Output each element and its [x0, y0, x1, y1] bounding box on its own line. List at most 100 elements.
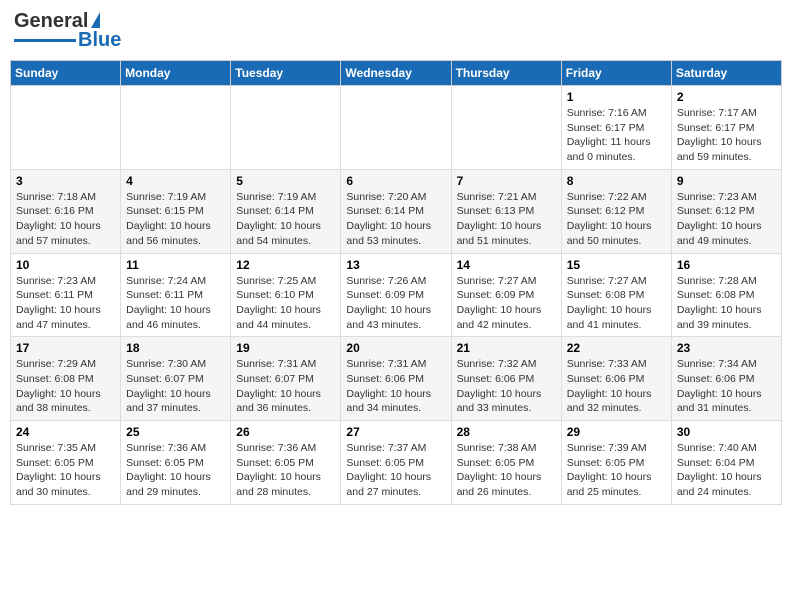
calendar-cell: 27Sunrise: 7:37 AMSunset: 6:05 PMDayligh…: [341, 421, 451, 505]
day-number: 16: [677, 258, 776, 272]
day-number: 2: [677, 90, 776, 104]
day-info: Sunrise: 7:27 AMSunset: 6:08 PMDaylight:…: [567, 274, 666, 333]
day-info: Sunrise: 7:36 AMSunset: 6:05 PMDaylight:…: [126, 441, 225, 500]
logo-underline: [14, 39, 76, 42]
day-number: 13: [346, 258, 445, 272]
calendar-cell: 25 Sunrise: 7:36 AMSunset: 6:05 PMDayligh…: [121, 421, 231, 505]
day-info: Sunrise: 7:23 AMSunset: 6:11 PMDaylight:…: [16, 274, 115, 333]
day-info: Sunrise: 7:19 AMSunset: 6:14 PMDaylight:…: [236, 190, 335, 249]
calendar-cell: 1 Sunrise: 7:16 AMSunset: 6:17 PMDaylight…: [561, 86, 671, 170]
calendar-cell: 7Sunrise: 7:21 AMSunset: 6:13 PMDaylight…: [451, 169, 561, 253]
day-number: 12: [236, 258, 335, 272]
day-info: Sunrise: 7:25 AMSunset: 6:10 PMDaylight:…: [236, 274, 335, 333]
day-info: Sunrise: 7:34 AMSunset: 6:06 PMDaylight:…: [677, 357, 776, 416]
day-number: 28: [457, 425, 556, 439]
calendar-cell: 12 Sunrise: 7:25 AMSunset: 6:10 PMDayligh…: [231, 253, 341, 337]
day-number: 26: [236, 425, 335, 439]
logo: General Blue: [14, 10, 121, 52]
day-number: 22: [567, 341, 666, 355]
day-number: 27: [346, 425, 445, 439]
weekday-header-row: SundayMondayTuesdayWednesdayThursdayFrid…: [11, 61, 782, 86]
day-info: Sunrise: 7:29 AMSunset: 6:08 PMDaylight:…: [16, 357, 115, 416]
weekday-header-thursday: Thursday: [451, 61, 561, 86]
calendar-cell: 24 Sunrise: 7:35 AMSunset: 6:05 PMDayligh…: [11, 421, 121, 505]
day-info: Sunrise: 7:33 AMSunset: 6:06 PMDaylight:…: [567, 357, 666, 416]
calendar-cell: 15 Sunrise: 7:27 AMSunset: 6:08 PMDayligh…: [561, 253, 671, 337]
logo-blue-text: Blue: [78, 29, 121, 52]
calendar-cell: 18Sunrise: 7:30 AMSunset: 6:07 PMDayligh…: [121, 337, 231, 421]
day-number: 9: [677, 174, 776, 188]
day-info: Sunrise: 7:36 AMSunset: 6:05 PMDaylight:…: [236, 441, 335, 500]
calendar-cell: 17Sunrise: 7:29 AMSunset: 6:08 PMDayligh…: [11, 337, 121, 421]
calendar-cell: 16 Sunrise: 7:28 AMSunset: 6:08 PMDayligh…: [671, 253, 781, 337]
day-info: Sunrise: 7:32 AMSunset: 6:06 PMDaylight:…: [457, 357, 556, 416]
calendar-cell: 19Sunrise: 7:31 AMSunset: 6:07 PMDayligh…: [231, 337, 341, 421]
day-info: Sunrise: 7:38 AMSunset: 6:05 PMDaylight:…: [457, 441, 556, 500]
calendar-cell: 5 Sunrise: 7:19 AMSunset: 6:14 PMDaylight…: [231, 169, 341, 253]
calendar-cell: 28 Sunrise: 7:38 AMSunset: 6:05 PMDayligh…: [451, 421, 561, 505]
calendar-cell: [231, 86, 341, 170]
day-number: 7: [457, 174, 556, 188]
weekday-header-sunday: Sunday: [11, 61, 121, 86]
weekday-header-tuesday: Tuesday: [231, 61, 341, 86]
calendar-cell: 13 Sunrise: 7:26 AMSunset: 6:09 PMDayligh…: [341, 253, 451, 337]
calendar-cell: 29Sunrise: 7:39 AMSunset: 6:05 PMDayligh…: [561, 421, 671, 505]
calendar-week-row: 10 Sunrise: 7:23 AMSunset: 6:11 PMDayligh…: [11, 253, 782, 337]
day-number: 20: [346, 341, 445, 355]
day-number: 3: [16, 174, 115, 188]
calendar-cell: 11 Sunrise: 7:24 AMSunset: 6:11 PMDayligh…: [121, 253, 231, 337]
day-number: 15: [567, 258, 666, 272]
day-info: Sunrise: 7:19 AMSunset: 6:15 PMDaylight:…: [126, 190, 225, 249]
calendar-cell: [121, 86, 231, 170]
calendar-cell: 2 Sunrise: 7:17 AMSunset: 6:17 PMDaylight…: [671, 86, 781, 170]
day-number: 8: [567, 174, 666, 188]
day-info: Sunrise: 7:20 AMSunset: 6:14 PMDaylight:…: [346, 190, 445, 249]
weekday-header-saturday: Saturday: [671, 61, 781, 86]
weekday-header-wednesday: Wednesday: [341, 61, 451, 86]
calendar-cell: 4 Sunrise: 7:19 AMSunset: 6:15 PMDaylight…: [121, 169, 231, 253]
calendar-week-row: 24 Sunrise: 7:35 AMSunset: 6:05 PMDayligh…: [11, 421, 782, 505]
calendar-cell: 26 Sunrise: 7:36 AMSunset: 6:05 PMDayligh…: [231, 421, 341, 505]
day-info: Sunrise: 7:23 AMSunset: 6:12 PMDaylight:…: [677, 190, 776, 249]
calendar-cell: 6 Sunrise: 7:20 AMSunset: 6:14 PMDaylight…: [341, 169, 451, 253]
day-number: 10: [16, 258, 115, 272]
page-header: General Blue: [10, 10, 782, 52]
day-info: Sunrise: 7:24 AMSunset: 6:11 PMDaylight:…: [126, 274, 225, 333]
day-info: Sunrise: 7:16 AMSunset: 6:17 PMDaylight:…: [567, 106, 666, 165]
calendar-cell: 3 Sunrise: 7:18 AMSunset: 6:16 PMDaylight…: [11, 169, 121, 253]
weekday-header-friday: Friday: [561, 61, 671, 86]
day-number: 1: [567, 90, 666, 104]
day-info: Sunrise: 7:28 AMSunset: 6:08 PMDaylight:…: [677, 274, 776, 333]
day-info: Sunrise: 7:35 AMSunset: 6:05 PMDaylight:…: [16, 441, 115, 500]
day-info: Sunrise: 7:18 AMSunset: 6:16 PMDaylight:…: [16, 190, 115, 249]
day-number: 29: [567, 425, 666, 439]
calendar-week-row: 1 Sunrise: 7:16 AMSunset: 6:17 PMDaylight…: [11, 86, 782, 170]
day-info: Sunrise: 7:31 AMSunset: 6:06 PMDaylight:…: [346, 357, 445, 416]
calendar-cell: 21 Sunrise: 7:32 AMSunset: 6:06 PMDayligh…: [451, 337, 561, 421]
calendar-cell: [341, 86, 451, 170]
day-number: 11: [126, 258, 225, 272]
calendar-cell: [451, 86, 561, 170]
day-info: Sunrise: 7:27 AMSunset: 6:09 PMDaylight:…: [457, 274, 556, 333]
calendar-cell: 10 Sunrise: 7:23 AMSunset: 6:11 PMDayligh…: [11, 253, 121, 337]
calendar-cell: 8 Sunrise: 7:22 AMSunset: 6:12 PMDaylight…: [561, 169, 671, 253]
day-number: 6: [346, 174, 445, 188]
day-info: Sunrise: 7:22 AMSunset: 6:12 PMDaylight:…: [567, 190, 666, 249]
day-number: 14: [457, 258, 556, 272]
calendar-week-row: 17Sunrise: 7:29 AMSunset: 6:08 PMDayligh…: [11, 337, 782, 421]
day-number: 4: [126, 174, 225, 188]
calendar-cell: 14 Sunrise: 7:27 AMSunset: 6:09 PMDayligh…: [451, 253, 561, 337]
calendar-cell: 22 Sunrise: 7:33 AMSunset: 6:06 PMDayligh…: [561, 337, 671, 421]
day-number: 21: [457, 341, 556, 355]
day-number: 25: [126, 425, 225, 439]
day-info: Sunrise: 7:26 AMSunset: 6:09 PMDaylight:…: [346, 274, 445, 333]
weekday-header-monday: Monday: [121, 61, 231, 86]
day-info: Sunrise: 7:30 AMSunset: 6:07 PMDaylight:…: [126, 357, 225, 416]
logo-triangle-icon: [91, 12, 100, 28]
day-info: Sunrise: 7:17 AMSunset: 6:17 PMDaylight:…: [677, 106, 776, 165]
calendar-cell: [11, 86, 121, 170]
day-number: 24: [16, 425, 115, 439]
calendar-cell: 20 Sunrise: 7:31 AMSunset: 6:06 PMDayligh…: [341, 337, 451, 421]
day-number: 5: [236, 174, 335, 188]
calendar-week-row: 3 Sunrise: 7:18 AMSunset: 6:16 PMDaylight…: [11, 169, 782, 253]
